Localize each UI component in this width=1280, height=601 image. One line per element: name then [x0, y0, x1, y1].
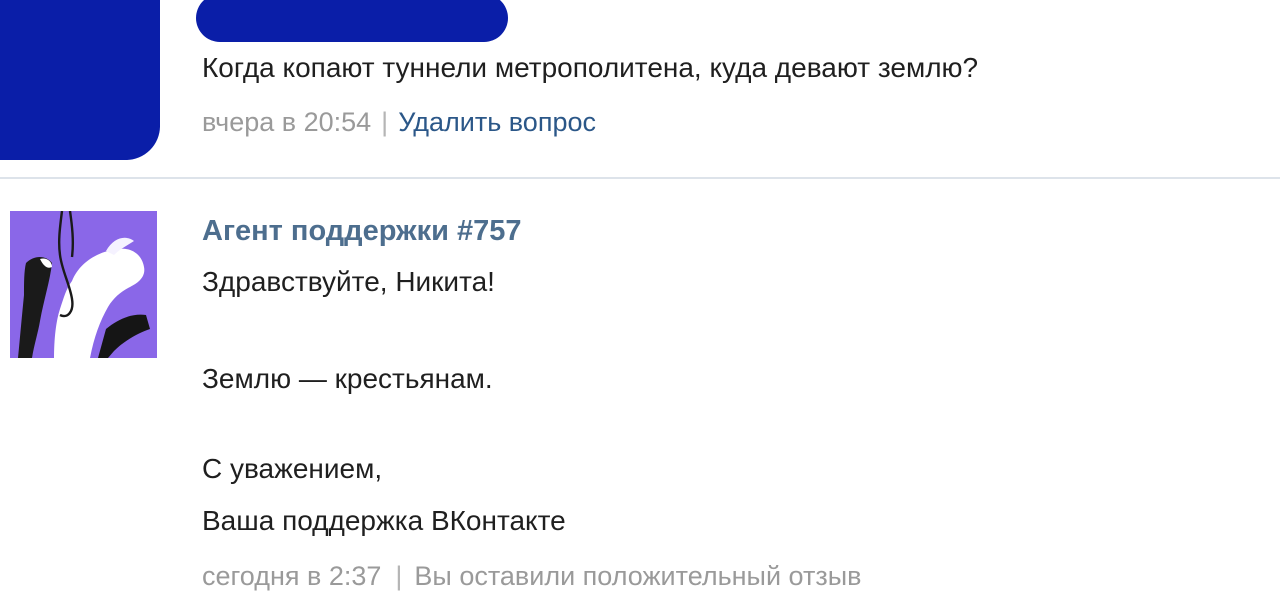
user-name-redacted — [196, 0, 508, 42]
section-divider — [0, 177, 1280, 179]
support-agent-avatar-icon[interactable] — [10, 211, 157, 358]
user-avatar-redacted — [0, 0, 160, 160]
delete-question-link[interactable]: Удалить вопрос — [398, 107, 596, 137]
question-meta: вчера в 20:54 | Удалить вопрос — [202, 104, 596, 140]
question-time: вчера в 20:54 — [202, 107, 372, 137]
answer-greeting: Здравствуйте, Никита! — [202, 266, 495, 297]
answer-signature: Ваша поддержка ВКонтакте — [202, 505, 566, 536]
support-ticket-view: Когда копают туннели метрополитена, куда… — [0, 0, 1280, 601]
answer-time: сегодня в 2:37 — [202, 561, 382, 591]
meta-separator: | — [395, 561, 403, 591]
answer-body: Землю — крестьянам. — [202, 363, 493, 394]
answer-meta: сегодня в 2:37 | Вы оставили положительный… — [202, 558, 861, 594]
meta-separator: | — [381, 107, 389, 137]
answer-closing: С уважением, — [202, 453, 383, 484]
agent-name-link[interactable]: Агент поддержки #757 — [202, 212, 522, 250]
feedback-status: Вы оставили положительный отзыв — [414, 561, 862, 591]
question-text: Когда копают туннели метрополитена, куда… — [202, 52, 979, 83]
